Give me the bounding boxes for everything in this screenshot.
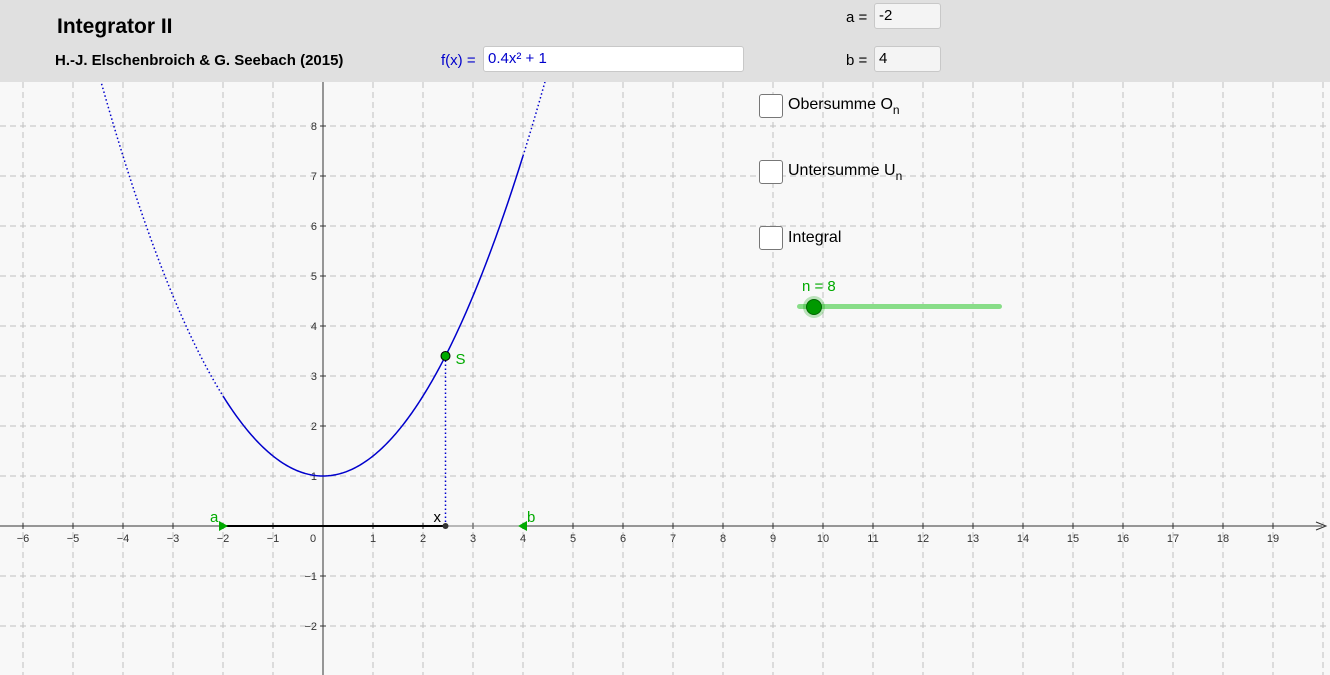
slider-n-knob[interactable]	[806, 299, 822, 315]
x-tick-label: 4	[520, 533, 526, 545]
x-tick-label: 2	[420, 533, 426, 545]
slider-n-label: n = 8	[802, 278, 836, 295]
x-tick-label: 16	[1117, 533, 1129, 545]
checkbox-untersumme-label: Untersumme Un	[788, 161, 903, 183]
function-input[interactable]: 0.4x² + 1	[483, 46, 744, 72]
param-b-label: b =	[846, 52, 868, 69]
point-s-marker	[440, 350, 451, 361]
y-tick-label: 4	[311, 321, 317, 333]
graph-view[interactable]: −6 −5 −4 −3 −2 −1 0 1 2 3 4 5 6 7 8 9 10 11 12 13 14 15 16 17 18…	[0, 82, 1330, 675]
param-a-label: a =	[846, 9, 868, 26]
point-s-label: S	[456, 351, 466, 368]
x-tick-label: 14	[1017, 533, 1029, 545]
x-tick-label: −2	[217, 533, 230, 545]
y-tick-label: 7	[311, 171, 317, 183]
x-tick-label: 9	[770, 533, 776, 545]
app-title: Integrator II	[57, 15, 173, 38]
function-label: f(x) =	[441, 52, 476, 69]
grid-lines	[0, 82, 1330, 675]
x-tick-label: 15	[1067, 533, 1079, 545]
x-tick-label: 10	[817, 533, 829, 545]
y-tick-label: 5	[311, 271, 317, 283]
y-tick-label: 3	[311, 371, 317, 383]
x-tick-label: 6	[620, 533, 626, 545]
x-tick-label: −5	[67, 533, 80, 545]
x-tick-label: 0	[310, 533, 316, 545]
point-x-label: x	[434, 509, 442, 526]
x-tick-label: −4	[117, 533, 130, 545]
point-b-label: b	[527, 509, 535, 526]
checkbox-integral-box[interactable]	[759, 226, 783, 250]
function-curve-dotted-right	[522, 82, 546, 157]
checkbox-integral[interactable]: Integral	[759, 226, 841, 250]
x-tick-label: 7	[670, 533, 676, 545]
y-tick-label: −2	[304, 621, 317, 633]
y-tick-label: 6	[311, 221, 317, 233]
checkbox-untersumme[interactable]: Untersumme Un	[759, 160, 902, 184]
checkbox-obersumme[interactable]: Obersumme On	[759, 94, 900, 118]
checkbox-obersumme-label: Obersumme On	[788, 95, 900, 117]
y-tick-label: −1	[304, 571, 317, 583]
checkbox-obersumme-box[interactable]	[759, 94, 783, 118]
x-tick-label: 11	[867, 533, 878, 545]
y-tick-label: 8	[311, 121, 317, 133]
x-tick-label: −3	[167, 533, 180, 545]
param-b-input[interactable]: 4	[874, 46, 941, 72]
x-tick-label: 12	[917, 533, 929, 545]
x-tick-label: −6	[17, 533, 30, 545]
slider-n-track[interactable]	[797, 304, 1002, 309]
checkbox-untersumme-box[interactable]	[759, 160, 783, 184]
function-curve-dotted-left	[100, 82, 224, 397]
y-tick-label: 1	[311, 471, 317, 483]
x-tick-label: 17	[1167, 533, 1179, 545]
checkbox-integral-label: Integral	[788, 229, 842, 246]
x-tick-label: 19	[1267, 533, 1279, 545]
x-tick-label: 18	[1217, 533, 1229, 545]
point-x-marker	[442, 523, 449, 529]
x-tick-label: −1	[267, 533, 280, 545]
y-tick-label: 2	[311, 421, 317, 433]
param-a-input[interactable]: -2	[874, 3, 941, 29]
x-tick-label: 1	[370, 533, 376, 545]
x-tick-label: 5	[570, 533, 576, 545]
axes	[0, 82, 1328, 675]
x-tick-label: 13	[967, 533, 979, 545]
point-a-label: a	[210, 509, 219, 526]
authors-line: H.-J. Elschenbroich & G. Seebach (2015)	[55, 52, 344, 69]
x-tick-label: 8	[720, 533, 726, 545]
x-tick-label: 3	[470, 533, 476, 545]
